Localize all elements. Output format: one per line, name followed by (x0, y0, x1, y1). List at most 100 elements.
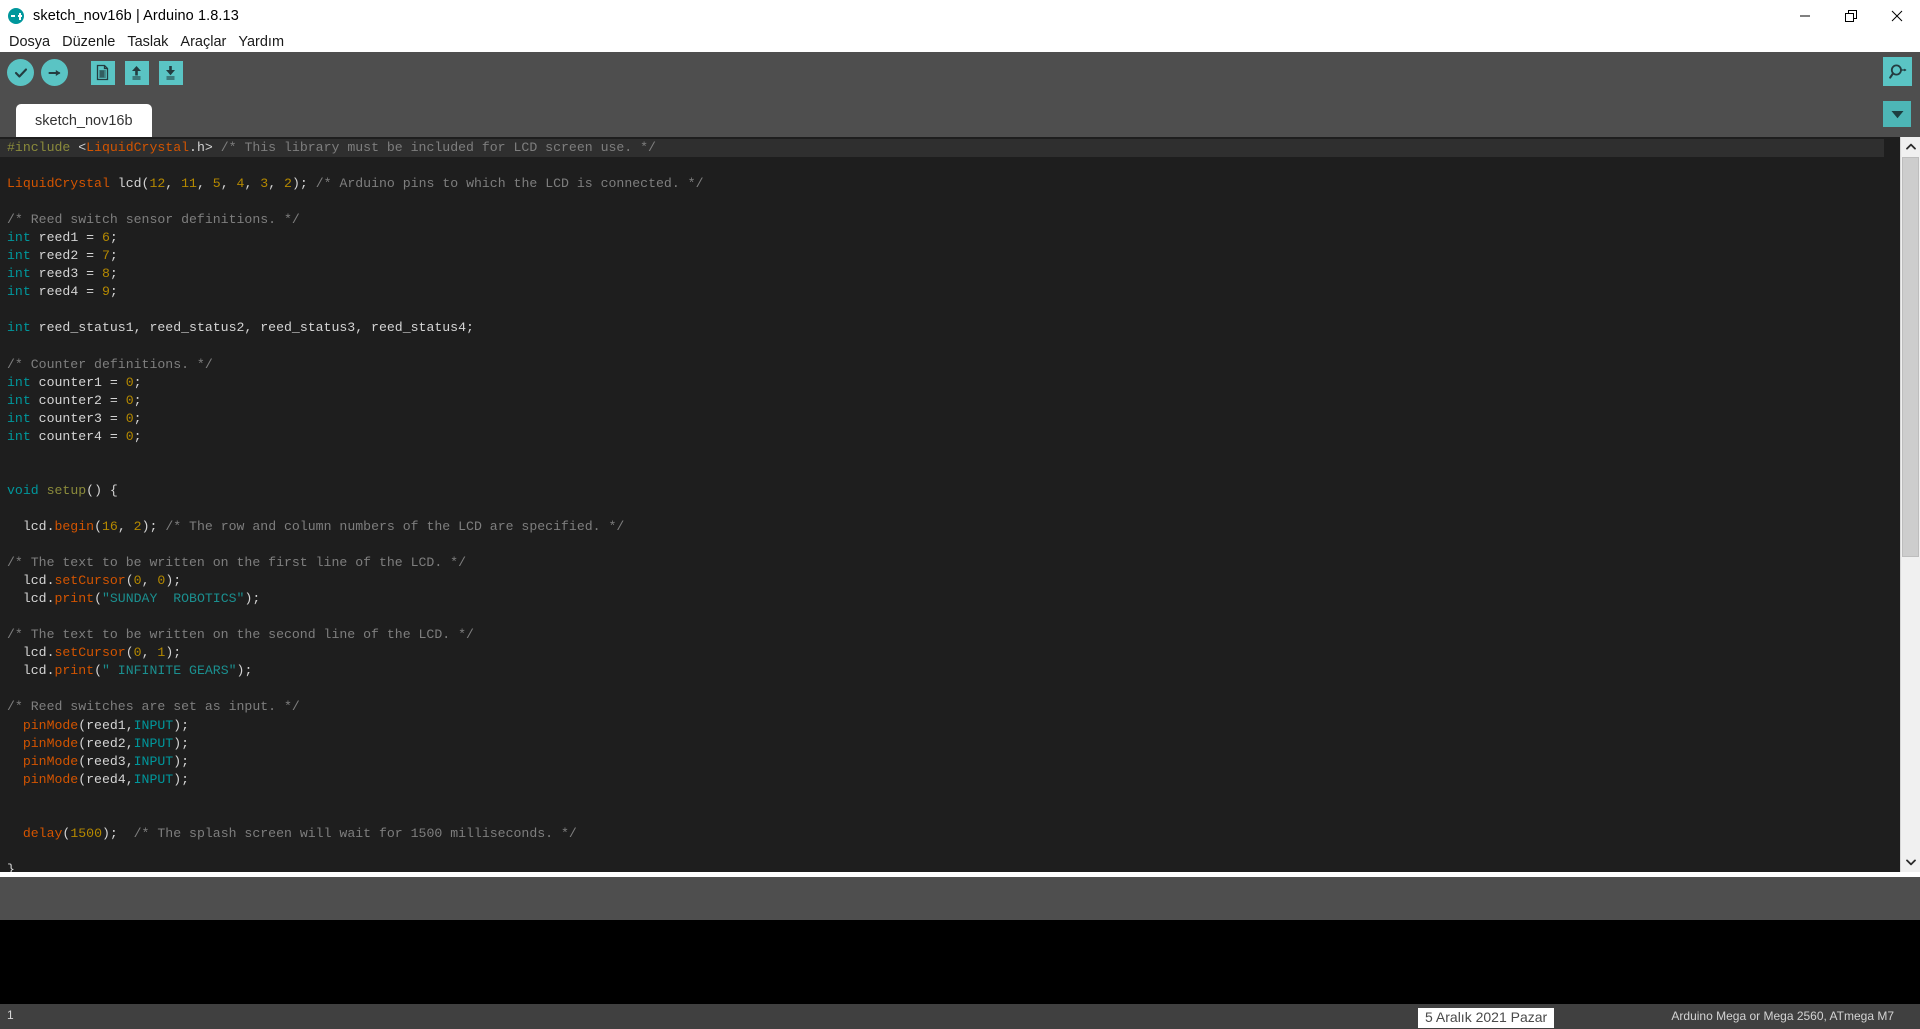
code-token: ); (173, 753, 190, 769)
code-token: , (165, 176, 182, 192)
code-token: lcd( (109, 176, 150, 192)
code-line: int reed_status1, reed_status2, reed_sta… (0, 319, 1884, 337)
code-line: pinMode(reed1,INPUT); (0, 717, 1884, 735)
code-line: /* The text to be written on the second … (0, 626, 1884, 644)
selected-board-label: Arduino Mega or Mega 2560, ATmega M7 (1671, 1009, 1894, 1023)
code-token: pinMode (22, 717, 79, 733)
code-token: counter4 = (30, 428, 126, 444)
save-sketch-button[interactable] (154, 56, 187, 89)
code-line: /* The text to be written on the first l… (0, 554, 1884, 572)
code-token: void (7, 482, 39, 498)
code-token: pinMode (22, 753, 79, 769)
code-line: int reed2 = 7; (0, 247, 1884, 265)
code-token: ); (165, 645, 182, 661)
menu-tools[interactable]: Araçlar (174, 32, 232, 52)
code-token: , (117, 518, 134, 534)
code-token: (reed1, (78, 717, 134, 733)
code-token: print (54, 663, 95, 679)
code-token: < (78, 140, 87, 155)
code-token: (reed3, (78, 753, 134, 769)
console-output-panel[interactable] (0, 920, 1920, 1004)
code-token: int (7, 230, 31, 246)
code-token: int (7, 266, 31, 282)
new-sketch-icon (90, 60, 115, 85)
code-token: /* The text to be written on the first l… (7, 555, 466, 571)
code-line: } (0, 861, 1884, 872)
minimize-button[interactable] (1782, 0, 1828, 32)
close-button[interactable] (1874, 0, 1920, 32)
scrollbar-thumb[interactable] (1902, 157, 1919, 557)
code-token: " INFINITE GEARS" (101, 663, 237, 679)
code-token: /* Reed switch sensor definitions. */ (7, 212, 300, 228)
tab-menu-button[interactable] (1883, 101, 1911, 127)
code-token: pinMode (22, 771, 79, 787)
upload-button[interactable] (38, 56, 71, 89)
code-token: reed3 = (30, 266, 102, 282)
scroll-down-button[interactable] (1901, 853, 1920, 872)
code-token: ; (109, 230, 118, 246)
code-token: ; (133, 410, 142, 426)
arduino-ide-window: sketch_nov16b | Arduino 1.8.13 Dosya Düz… (0, 0, 1920, 1029)
tab-bar: sketch_nov16b (0, 92, 1920, 137)
code-token: , (220, 176, 237, 192)
menu-file[interactable]: Dosya (3, 32, 56, 52)
code-token: lcd. (7, 573, 55, 589)
scroll-up-button[interactable] (1901, 137, 1920, 156)
code-token: ; (133, 428, 142, 444)
code-line: pinMode(reed3,INPUT); (0, 753, 1884, 771)
code-token: setCursor (54, 573, 126, 589)
open-sketch-button[interactable] (120, 56, 153, 89)
code-line: lcd.setCursor(0, 0); (0, 572, 1884, 590)
maximize-button[interactable] (1828, 0, 1874, 32)
code-token: counter2 = (30, 392, 126, 408)
code-token: lcd. (7, 591, 55, 607)
code-token: 0 (133, 573, 142, 589)
menu-sketch[interactable]: Taslak (121, 32, 174, 52)
code-token: 7 (101, 248, 110, 264)
code-token: reed1 = (30, 230, 102, 246)
code-token: 12 (149, 176, 166, 192)
code-token: INPUT (133, 717, 174, 733)
tab-sketch-nov16b[interactable]: sketch_nov16b (16, 104, 152, 137)
serial-monitor-button[interactable] (1883, 57, 1912, 86)
code-token: LiquidCrystal (7, 176, 110, 192)
new-sketch-button[interactable] (86, 56, 119, 89)
code-token: INPUT (133, 735, 174, 751)
code-token: 1500 (70, 825, 102, 841)
code-token: ); (165, 573, 182, 589)
code-token: INPUT (133, 771, 174, 787)
code-token: ( (94, 663, 102, 679)
code-token: () { (86, 482, 118, 498)
code-token: .h> (189, 140, 221, 155)
code-token: lcd. (7, 645, 55, 661)
code-editor[interactable]: #include <LiquidCrystal.h> /* This libra… (0, 137, 1920, 872)
code-token: ); (101, 825, 134, 841)
code-token: print (54, 591, 95, 607)
code-token: 0 (125, 410, 134, 426)
code-token: reed4 = (30, 284, 102, 300)
code-token: 0 (125, 374, 134, 390)
code-token: 0 (125, 392, 134, 408)
code-token: setup (46, 482, 87, 498)
code-token: int (7, 284, 31, 300)
verify-button[interactable] (4, 56, 37, 89)
menu-edit[interactable]: Düzenle (56, 32, 121, 52)
editor-vertical-scrollbar[interactable] (1900, 137, 1920, 872)
code-line: int counter2 = 0; (0, 392, 1884, 410)
code-content[interactable]: #include <LiquidCrystal.h> /* This libra… (0, 137, 1884, 872)
menu-help[interactable]: Yardım (232, 32, 290, 52)
code-token: , (141, 573, 158, 589)
code-token: ); (173, 771, 190, 787)
code-token: ( (94, 518, 102, 534)
status-bar: 1 Arduino Mega or Mega 2560, ATmega M7 (0, 1004, 1920, 1029)
code-token: /* Counter definitions. */ (7, 356, 213, 372)
